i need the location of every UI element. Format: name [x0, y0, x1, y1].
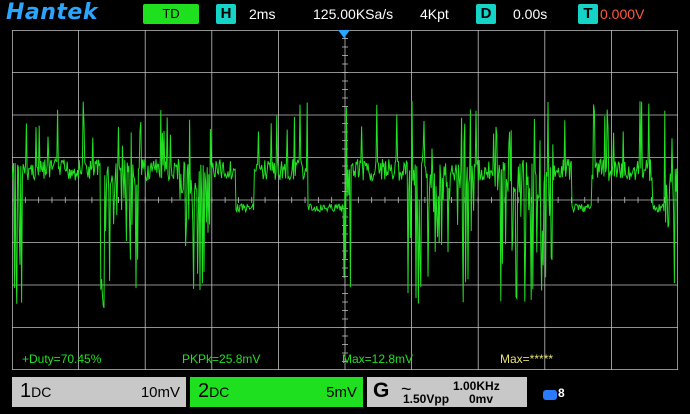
generator-frequency: 1.00KHz — [453, 379, 500, 393]
channel-2-label: 2DC — [198, 380, 229, 403]
usb-indicator-number: 8 — [558, 386, 565, 400]
bottom-status-bar: 1DC 10mV 2DC 5mV G ~ 1.00KHz 1.50Vpp 0mv… — [0, 373, 690, 414]
pkpk-measurement: PKPk=25.8mV — [182, 352, 260, 366]
sample-rate-value: 125.00KSa/s — [313, 6, 394, 22]
channel-2-scale: 5mV — [326, 384, 357, 401]
usb-icon — [543, 390, 557, 400]
brand-logo: Hantek — [6, 0, 98, 25]
timebase-value: 2ms — [249, 6, 276, 22]
duty-measurement: +Duty=70.45% — [22, 352, 102, 366]
horizontal-icon[interactable]: H — [216, 4, 236, 24]
generator-label: G — [373, 379, 390, 402]
delay-value: 0.00s — [513, 6, 548, 22]
memory-depth-value: 4Kpt — [420, 6, 449, 22]
top-status-bar: Hantek TD H 2ms 125.00KSa/s 4Kpt D 0.00s… — [0, 0, 690, 30]
generator-panel[interactable]: G ~ 1.00KHz 1.50Vpp 0mv — [367, 377, 527, 407]
channel-1-label: 1DC — [20, 380, 51, 403]
max-measurement: Max=12.8mV — [342, 352, 413, 366]
mode-indicator[interactable]: TD — [143, 4, 199, 24]
channel-2-coupling: DC — [209, 384, 230, 400]
waveform-screen: +Duty=70.45% PKPk=25.8mV Max=12.8mV Max=… — [12, 30, 678, 370]
trigger-level-value: 0.000V — [600, 6, 645, 22]
channel-2-panel[interactable]: 2DC 5mV — [190, 377, 363, 407]
channel-1-scale: 10mV — [140, 384, 180, 401]
delay-icon[interactable]: D — [476, 4, 496, 24]
trigger-icon[interactable]: T — [578, 4, 598, 24]
channel-1-coupling: DC — [31, 384, 52, 400]
channel-1-panel[interactable]: 1DC 10mV — [12, 377, 186, 407]
channel-1-number: 1 — [20, 380, 32, 402]
trigger-position-marker[interactable] — [338, 30, 350, 38]
channel-2-number: 2 — [198, 380, 210, 402]
generator-offset: 0mv — [469, 392, 494, 406]
generator-amplitude: 1.50Vpp — [403, 392, 450, 406]
max-measurement-2: Max=***** — [500, 352, 553, 366]
